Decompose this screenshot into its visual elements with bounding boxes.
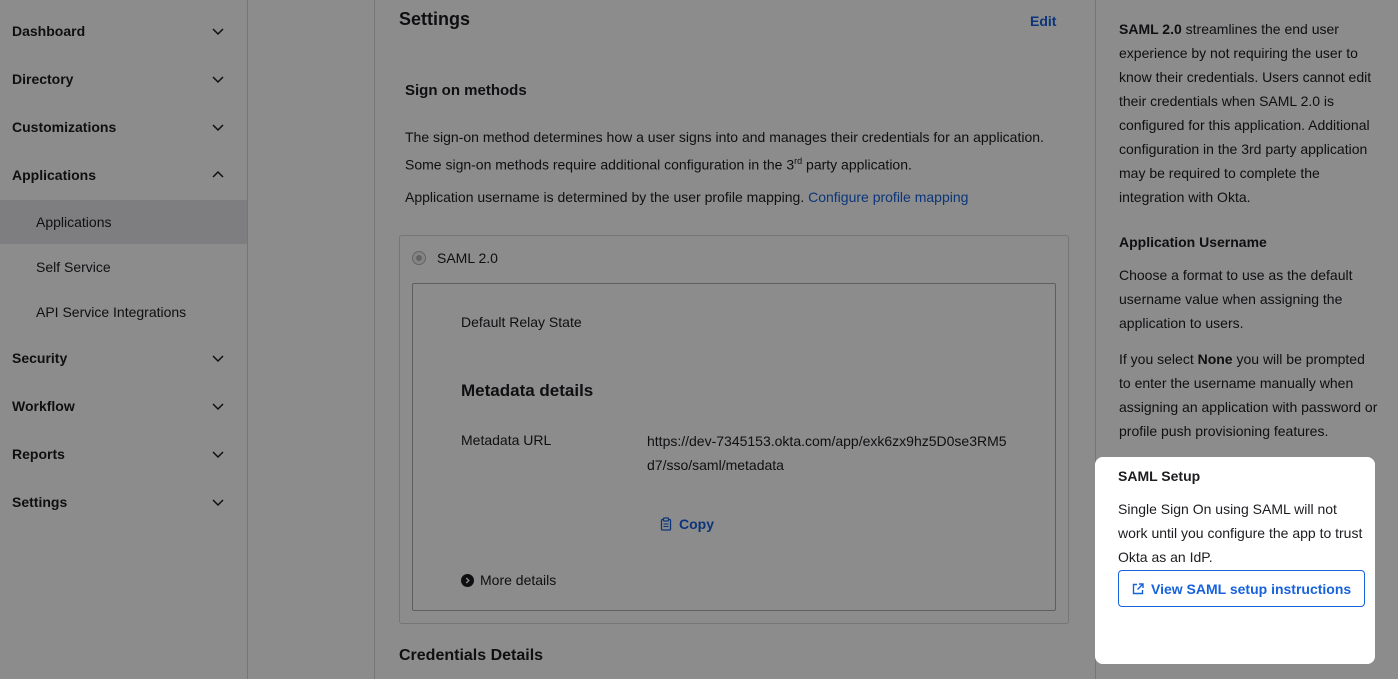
credentials-details-title: Credentials Details — [399, 647, 544, 664]
main-content: Settings Edit Sign on methods The sign-o… — [376, 0, 1094, 679]
external-link-icon — [1132, 582, 1144, 594]
view-saml-setup-instructions-button[interactable]: View SAML setup instructions — [1118, 570, 1365, 607]
nav-item-applications[interactable]: Applications — [0, 155, 247, 195]
username-mapping-label: Application username is determined by th… — [405, 189, 809, 205]
more-details-label: More details — [480, 572, 557, 588]
sign-on-description-end: party application. — [802, 156, 912, 173]
nav-item-reports[interactable]: Reports — [0, 434, 247, 474]
page-title: Settings — [399, 9, 471, 29]
content-gutter — [248, 0, 375, 679]
nav-item-label: Applications — [12, 167, 97, 183]
sub-item-label: Self Service — [36, 259, 111, 275]
nav-item-label: Dashboard — [12, 23, 86, 39]
chevron-down-icon — [212, 28, 224, 36]
sign-on-description-text: The sign-on method determines how a user… — [405, 129, 1044, 173]
saml-details-panel: Default Relay State Metadata details Met… — [412, 283, 1056, 611]
saml-setup-title: SAML Setup — [1118, 468, 1201, 484]
saml-method-label: SAML 2.0 — [437, 250, 498, 266]
nav-item-security[interactable]: Security — [0, 338, 247, 378]
metadata-url-label: Metadata URL — [461, 432, 552, 448]
clipboard-icon — [660, 517, 672, 531]
help-panel-foreground: SAML Setup Single Sign On using SAML wil… — [1095, 0, 1398, 679]
nav-item-label: Directory — [12, 71, 74, 87]
sidebar: Dashboard Directory Customizations Appli… — [0, 0, 248, 679]
nav-item-dashboard[interactable]: Dashboard — [0, 11, 247, 51]
chevron-down-icon — [212, 124, 224, 132]
nav-item-directory[interactable]: Directory — [0, 59, 247, 99]
chevron-down-icon — [212, 403, 224, 411]
chevron-circle-right-icon — [461, 573, 474, 587]
sub-item-self-service[interactable]: Self Service — [0, 245, 247, 289]
nav-item-workflow[interactable]: Workflow — [0, 386, 247, 426]
sign-on-description: The sign-on method determines how a user… — [405, 125, 1045, 177]
nav-item-label: Reports — [12, 446, 65, 462]
chevron-down-icon — [212, 355, 224, 363]
metadata-details-title: Metadata details — [461, 381, 594, 400]
sub-item-applications[interactable]: Applications — [0, 200, 247, 244]
saml-method-box: SAML 2.0 Default Relay State Metadata de… — [399, 235, 1069, 624]
copy-label: Copy — [679, 516, 714, 532]
relay-state-label: Default Relay State — [461, 314, 582, 330]
chevron-up-icon — [212, 170, 224, 178]
metadata-url-value: https://dev-7345153.okta.com/app/exk6zx9… — [647, 433, 1007, 473]
sub-item-label: Applications — [36, 214, 112, 230]
nav-item-label: Settings — [12, 494, 68, 510]
nav-item-customizations[interactable]: Customizations — [0, 107, 247, 147]
nav-item-label: Workflow — [12, 398, 75, 414]
sub-item-label: API Service Integrations — [36, 304, 187, 320]
sub-item-api-service-integrations[interactable]: API Service Integrations — [0, 290, 247, 334]
chevron-down-icon — [212, 499, 224, 507]
nav-item-label: Security — [12, 350, 68, 366]
view-saml-setup-instructions-label: View SAML setup instructions — [1151, 580, 1352, 597]
copy-button[interactable]: Copy — [659, 516, 714, 532]
more-details-toggle[interactable]: More details — [461, 572, 556, 588]
edit-button[interactable]: Edit — [1030, 13, 1056, 29]
username-mapping-text: Application username is determined by th… — [405, 185, 1045, 209]
saml-setup-card: SAML Setup Single Sign On using SAML wil… — [1095, 457, 1375, 664]
configure-profile-mapping-link[interactable]: Configure profile mapping — [808, 189, 968, 205]
nav-item-settings[interactable]: Settings — [0, 482, 247, 522]
sign-on-description-sup: rd — [794, 156, 803, 166]
sign-on-methods-title: Sign on methods — [405, 82, 527, 99]
chevron-down-icon — [212, 76, 224, 84]
nav-item-label: Customizations — [12, 119, 117, 135]
chevron-down-icon — [212, 451, 224, 459]
saml-setup-text: Single Sign On using SAML will not work … — [1118, 501, 1363, 565]
saml-radio[interactable] — [412, 251, 426, 265]
